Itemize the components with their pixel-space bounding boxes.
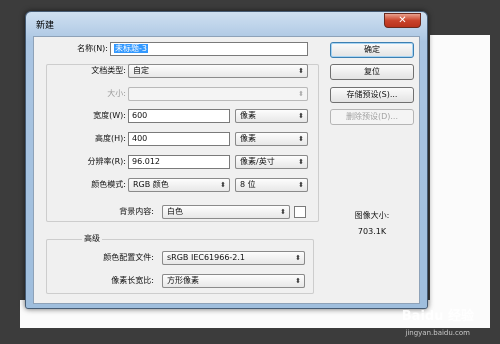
color-profile-value: sRGB IEC61966-2.1 (167, 253, 246, 262)
height-label: 高度(H): (95, 134, 126, 143)
background-select[interactable]: 白色 ⬍ (162, 205, 290, 219)
preset-value: 自定 (133, 66, 149, 75)
select-arrow-icon: ⬍ (298, 67, 304, 75)
delete-preset-button[interactable]: 删除预设(D)... (330, 109, 414, 125)
close-button[interactable]: ✕ (384, 13, 421, 28)
bit-depth-value: 8 位 (240, 180, 256, 189)
pixel-aspect-value: 方形像素 (167, 276, 199, 285)
pixel-aspect-select[interactable]: 方形像素 ⬍ (162, 274, 305, 288)
color-mode-select[interactable]: RGB 颜色 ⬍ (128, 178, 230, 192)
select-arrow-icon: ⬍ (280, 208, 286, 216)
baidu-watermark: Baidu 经验 (401, 309, 474, 324)
resolution-unit-select[interactable]: 像素/英寸 ⬍ (235, 155, 308, 169)
background-color-swatch[interactable] (294, 206, 306, 218)
advanced-title: 高级 (82, 233, 102, 244)
name-input[interactable]: 未标题-3 (110, 42, 308, 56)
save-preset-button[interactable]: 存储预设(S)... (330, 87, 414, 103)
preset-label: 文档类型: (91, 66, 126, 75)
canvas-background (430, 35, 490, 325)
select-arrow-icon: ⬍ (220, 181, 226, 189)
select-arrow-icon: ⬍ (298, 112, 304, 120)
color-mode-value: RGB 颜色 (133, 180, 169, 189)
select-arrow-icon: ⬍ (295, 254, 301, 262)
resolution-input[interactable]: 96.012 (128, 155, 230, 169)
reset-button[interactable]: 复位 (330, 64, 414, 80)
color-mode-label: 颜色模式: (91, 180, 126, 189)
select-arrow-icon: ⬍ (298, 158, 304, 166)
dialog-title: 新建 (36, 21, 55, 31)
height-unit-value: 像素 (240, 134, 256, 143)
color-profile-select[interactable]: sRGB IEC61966-2.1 ⬍ (162, 251, 305, 265)
watermark-url: jingyan.baidu.com (405, 329, 470, 337)
image-size-label: 图像大小: (354, 211, 390, 220)
pixel-aspect-label: 像素长宽比: (111, 276, 154, 285)
select-arrow-icon: ⬍ (298, 181, 304, 189)
size-label: 大小: (107, 89, 126, 98)
resolution-unit-value: 像素/英寸 (240, 157, 275, 166)
height-unit-select[interactable]: 像素 ⬍ (235, 132, 308, 146)
select-arrow-icon: ⬍ (295, 277, 301, 285)
color-profile-label: 颜色配置文件: (103, 253, 154, 262)
name-value: 未标题-3 (114, 44, 148, 53)
width-label: 宽度(W): (93, 111, 126, 120)
background-value: 白色 (167, 207, 183, 216)
width-unit-value: 像素 (240, 111, 256, 120)
height-input[interactable]: 400 (128, 132, 230, 146)
name-label: 名称(N): (77, 44, 108, 53)
ok-button[interactable]: 确定 (330, 42, 414, 58)
select-arrow-icon: ⬍ (298, 90, 304, 98)
width-unit-select[interactable]: 像素 ⬍ (235, 109, 308, 123)
bit-depth-select[interactable]: 8 位 ⬍ (235, 178, 308, 192)
new-document-dialog: 新建 ✕ 名称(N): 未标题-3 文档类型: 自定 ⬍ 大小: ⬍ 宽度(W):… (25, 11, 428, 309)
dialog-body: 名称(N): 未标题-3 文档类型: 自定 ⬍ 大小: ⬍ 宽度(W): 600 … (33, 36, 420, 304)
resolution-label: 分辨率(R): (87, 157, 127, 166)
select-arrow-icon: ⬍ (298, 135, 304, 143)
size-select[interactable]: ⬍ (128, 87, 308, 101)
preset-select[interactable]: 自定 ⬍ (128, 64, 308, 78)
background-label: 背景内容: (119, 207, 154, 216)
width-input[interactable]: 600 (128, 109, 230, 123)
image-size-value: 703.1K (357, 227, 387, 236)
